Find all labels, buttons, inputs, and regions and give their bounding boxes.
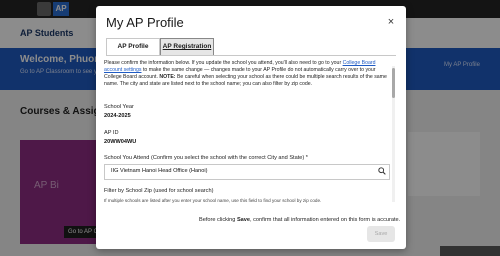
intro-paragraph: Please confirm the information below. If…: [104, 60, 388, 88]
school-input-value: IIG Vietnam Hanoi Head Office (Hanoi): [111, 168, 208, 174]
footer-text-before: Before clicking: [199, 217, 237, 223]
tab-ap-registration[interactable]: AP Registration: [160, 38, 214, 56]
zip-filter-label: Filter by School Zip (used for school se…: [104, 188, 214, 194]
intro-text-1: Please confirm the information below. If…: [104, 60, 343, 66]
ap-id-label: AP ID: [104, 130, 119, 136]
close-button[interactable]: ×: [385, 16, 397, 28]
footer-save-word: Save: [236, 217, 251, 223]
ap-id-value: 20WW04WU: [104, 139, 137, 145]
search-icon[interactable]: [378, 167, 386, 175]
school-year-value: 2024-2025: [104, 113, 131, 119]
school-search-input[interactable]: IIG Vietnam Hanoi Head Office (Hanoi): [104, 164, 390, 180]
close-icon: ×: [387, 16, 395, 28]
tab-divider: [106, 55, 396, 56]
scrollbar-thumb[interactable]: [392, 68, 395, 98]
save-button[interactable]: Save: [367, 226, 395, 242]
profile-modal: My AP Profile × AP Profile AP Registrati…: [96, 6, 406, 249]
modal-title: My AP Profile: [106, 15, 184, 30]
modal-scroll-content[interactable]: Please confirm the information below. If…: [104, 60, 390, 206]
tab-bar: AP Profile AP Registration: [106, 38, 396, 56]
footer-text-after: , confirm that all information entered o…: [250, 217, 401, 223]
tab-ap-profile[interactable]: AP Profile: [106, 38, 160, 56]
intro-note-label: NOTE:: [159, 74, 176, 80]
zip-filter-help: If multiple schools are listed after you…: [104, 198, 322, 203]
footer-note: Before clicking Save, confirm that all i…: [199, 217, 400, 223]
tab-label: AP Registration: [162, 43, 212, 50]
school-label: School You Attend (Confirm you select th…: [104, 155, 308, 161]
tab-label: AP Profile: [117, 43, 149, 50]
school-year-label: School Year: [104, 104, 134, 110]
